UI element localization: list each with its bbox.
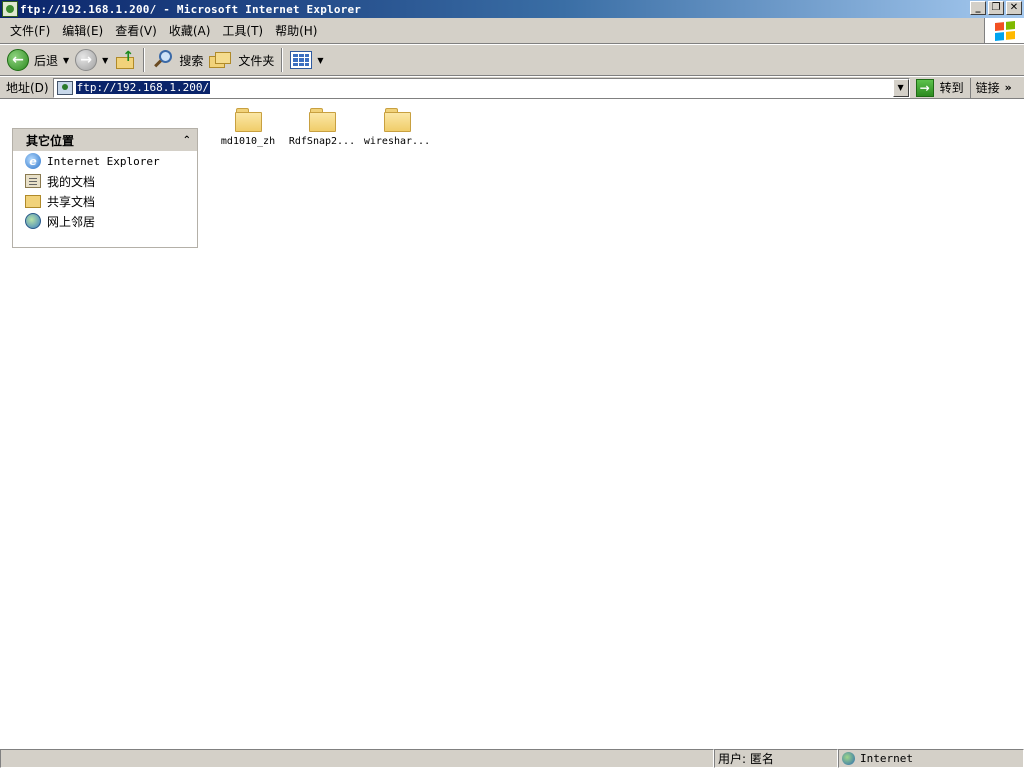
shared-documents-icon (25, 194, 41, 208)
other-places-panel: 其它位置 ⌃ e Internet Explorer 我的文档 共享文档 网上邻… (12, 128, 198, 248)
place-label: 共享文档 (47, 194, 96, 209)
standard-toolbar: ← 后退 ▼ → ▼ ↑ 搜索 文件夹 ▼ (0, 45, 1024, 76)
windows-logo-icon (984, 18, 1024, 43)
menu-bar: 文件(F) 编辑(E) 查看(V) 收藏(A) 工具(T) 帮助(H) (0, 18, 1024, 44)
views-button[interactable]: ▼ (287, 47, 326, 73)
folders-button[interactable]: 文件夹 (206, 47, 277, 73)
back-arrow-icon: ← (7, 49, 29, 71)
folder-item[interactable]: md1010_zh (211, 108, 285, 147)
status-user: 用户: 匿名 (714, 749, 838, 768)
status-message (0, 749, 714, 768)
menu-tools[interactable]: 工具(T) (216, 22, 269, 39)
forward-button[interactable]: → ▼ (72, 47, 111, 73)
window-title: ftp://192.168.1.200/ - Microsoft Interne… (20, 2, 362, 16)
place-label: 网上邻居 (47, 214, 96, 229)
window-controls: _ ❐ ✕ (970, 1, 1022, 15)
folder-icon (309, 108, 336, 132)
toolbar-separator (143, 48, 146, 72)
other-places-title: 其它位置 (26, 133, 75, 148)
search-button[interactable]: 搜索 (149, 47, 206, 73)
folder-item[interactable]: RdfSnap2... (285, 108, 359, 147)
folder-item[interactable]: wireshar... (360, 108, 434, 147)
toolbar-separator (281, 48, 284, 72)
folder-icon (384, 108, 411, 132)
menu-file[interactable]: 文件(F) (4, 22, 56, 39)
go-label: 转到 (939, 81, 964, 95)
network-neighborhood-icon (25, 213, 41, 229)
restore-button[interactable]: ❐ (988, 1, 1004, 15)
minimize-button[interactable]: _ (970, 1, 986, 15)
status-zone: Internet (838, 749, 1024, 768)
forward-arrow-icon: → (75, 49, 98, 71)
place-label: 我的文档 (47, 174, 96, 189)
status-bar: 用户: 匿名 Internet (0, 748, 1024, 768)
address-dropdown-icon[interactable]: ▼ (892, 78, 909, 97)
back-dropdown-icon[interactable]: ▼ (63, 56, 69, 65)
title-bar: ftp://192.168.1.200/ - Microsoft Interne… (0, 0, 1024, 18)
close-button[interactable]: ✕ (1006, 1, 1022, 15)
folders-label: 文件夹 (238, 53, 275, 68)
menu-help[interactable]: 帮助(H) (269, 22, 323, 39)
back-label: 后退 (34, 53, 59, 68)
links-button[interactable]: 链接 » (969, 77, 1012, 98)
place-label: Internet Explorer (47, 154, 160, 168)
address-input[interactable]: ftp://192.168.1.200/ ▼ (52, 77, 910, 98)
folder-name: RdfSnap2... (288, 136, 356, 147)
views-icon (290, 51, 313, 69)
menu-favorites[interactable]: 收藏(A) (163, 22, 217, 39)
place-network-neighborhood[interactable]: 网上邻居 (13, 211, 197, 231)
address-label: 地址(D) (6, 81, 49, 95)
internet-globe-icon (842, 752, 855, 765)
views-dropdown-icon[interactable]: ▼ (317, 56, 323, 65)
back-button[interactable]: ← 后退 ▼ (4, 47, 72, 73)
search-icon (152, 49, 174, 71)
up-button[interactable]: ↑ (111, 47, 139, 73)
go-arrow-icon: → (915, 78, 934, 97)
folder-view: 其它位置 ⌃ e Internet Explorer 我的文档 共享文档 网上邻… (0, 100, 1024, 747)
address-bar: 地址(D) ftp://192.168.1.200/ ▼ → 转到 链接 » (0, 77, 1024, 99)
folder-name: wireshar... (363, 136, 431, 147)
go-button[interactable]: → 转到 (915, 78, 964, 97)
address-url[interactable]: ftp://192.168.1.200/ (75, 81, 211, 94)
folders-icon (209, 50, 233, 70)
forward-dropdown-icon[interactable]: ▼ (102, 56, 108, 65)
folder-icon (235, 108, 262, 132)
internet-explorer-icon: e (25, 153, 41, 169)
place-my-documents[interactable]: 我的文档 (13, 171, 197, 191)
folder-name: md1010_zh (220, 136, 276, 147)
chevron-right-icon[interactable]: » (1005, 81, 1012, 94)
folder-up-icon: ↑ (114, 49, 136, 71)
links-label: 链接 (975, 81, 1000, 95)
menu-edit[interactable]: 编辑(E) (56, 22, 109, 39)
place-internet-explorer[interactable]: e Internet Explorer (13, 151, 197, 171)
menu-view[interactable]: 查看(V) (109, 22, 163, 39)
ftp-folder-icon[interactable] (2, 1, 18, 17)
collapse-icon[interactable]: ⌃ (183, 135, 191, 146)
other-places-header[interactable]: 其它位置 ⌃ (13, 129, 197, 151)
my-documents-icon (25, 174, 41, 188)
ftp-site-icon (56, 80, 73, 95)
zone-label: Internet (860, 752, 913, 765)
search-label: 搜索 (179, 53, 204, 68)
place-shared-documents[interactable]: 共享文档 (13, 191, 197, 211)
